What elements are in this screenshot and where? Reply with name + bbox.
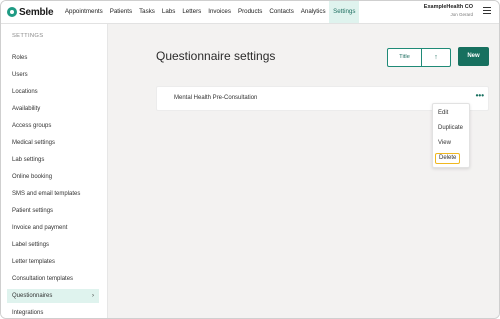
nav-labs[interactable]: Labs <box>158 1 178 23</box>
sidebar-item-users[interactable]: Users <box>7 68 99 82</box>
sort-direction-arrow-up-icon[interactable]: ↑ <box>422 49 450 66</box>
nav-patients[interactable]: Patients <box>106 1 135 23</box>
sidebar-item-consultation-templates[interactable]: Consultation templates <box>7 272 99 286</box>
account-switcher[interactable]: ExampleHealth CO Jon Gerard <box>424 4 473 18</box>
sidebar-item-invoice-payment[interactable]: Invoice and payment <box>7 221 99 235</box>
sidebar-item-online-booking[interactable]: Online booking <box>7 170 99 184</box>
nav-analytics[interactable]: Analytics <box>297 1 329 23</box>
sidebar-item-integrations[interactable]: Integrations <box>7 306 99 318</box>
row-actions-menu: Edit Duplicate View Delete <box>432 103 470 168</box>
questionnaire-title: Mental Health Pre-Consultation <box>174 95 258 101</box>
nav-settings[interactable]: Settings <box>329 1 360 23</box>
chevron-right-icon: › <box>92 293 94 299</box>
menu-item-edit[interactable]: Edit <box>438 109 448 118</box>
sort-control: Title ↑ <box>387 48 451 67</box>
sidebar-item-access-groups[interactable]: Access groups <box>7 119 99 133</box>
brand-name: Semble <box>19 6 54 18</box>
main-content: Questionnaire settings Title ↑ New Menta… <box>108 24 499 318</box>
account-organization: ExampleHealth CO <box>423 4 473 10</box>
nav-tasks[interactable]: Tasks <box>136 1 159 23</box>
sidebar-item-label-settings[interactable]: Label settings <box>7 238 99 252</box>
sidebar-item-letter-templates[interactable]: Letter templates <box>7 255 99 269</box>
sort-field-button[interactable]: Title <box>388 49 422 66</box>
main-nav: Appointments Patients Tasks Labs Letters… <box>61 1 360 23</box>
account-user-name: Jon Gerard <box>450 12 473 17</box>
menu-item-delete[interactable]: Delete <box>435 153 461 164</box>
sidebar-item-sms-email-templates[interactable]: SMS and email templates <box>7 187 99 201</box>
nav-letters[interactable]: Letters <box>179 1 205 23</box>
menu-item-duplicate[interactable]: Duplicate <box>438 124 463 133</box>
sidebar-item-lab-settings[interactable]: Lab settings <box>7 153 99 167</box>
nav-products[interactable]: Products <box>234 1 265 23</box>
sidebar-item-locations[interactable]: Locations <box>7 85 99 99</box>
nav-contacts[interactable]: Contacts <box>266 1 297 23</box>
sidebar-heading: SETTINGS <box>12 33 44 39</box>
menu-item-view[interactable]: View <box>438 139 451 148</box>
more-options-icon[interactable]: ••• <box>476 92 484 100</box>
hamburger-icon[interactable] <box>483 7 491 15</box>
sidebar-item-roles[interactable]: Roles <box>7 51 99 65</box>
sidebar-item-patient-settings[interactable]: Patient settings <box>7 204 99 218</box>
sidebar-item-medical-settings[interactable]: Medical settings <box>7 136 99 150</box>
sidebar-item-questionnaires[interactable]: Questionnaires › <box>7 289 99 303</box>
semble-logo-icon <box>7 7 17 17</box>
sidebar-item-label: Questionnaires <box>12 293 53 299</box>
nav-invoices[interactable]: Invoices <box>205 1 235 23</box>
top-navigation: Semble Appointments Patients Tasks Labs … <box>1 1 499 24</box>
page-title: Questionnaire settings <box>156 49 276 63</box>
app-window: Semble Appointments Patients Tasks Labs … <box>0 0 500 319</box>
new-questionnaire-button[interactable]: New <box>458 47 489 66</box>
logo[interactable]: Semble <box>7 6 54 18</box>
nav-appointments[interactable]: Appointments <box>61 1 106 23</box>
settings-sidebar: SETTINGS Roles Users Locations Availabil… <box>1 24 108 318</box>
sidebar-item-availability[interactable]: Availability <box>7 102 99 116</box>
